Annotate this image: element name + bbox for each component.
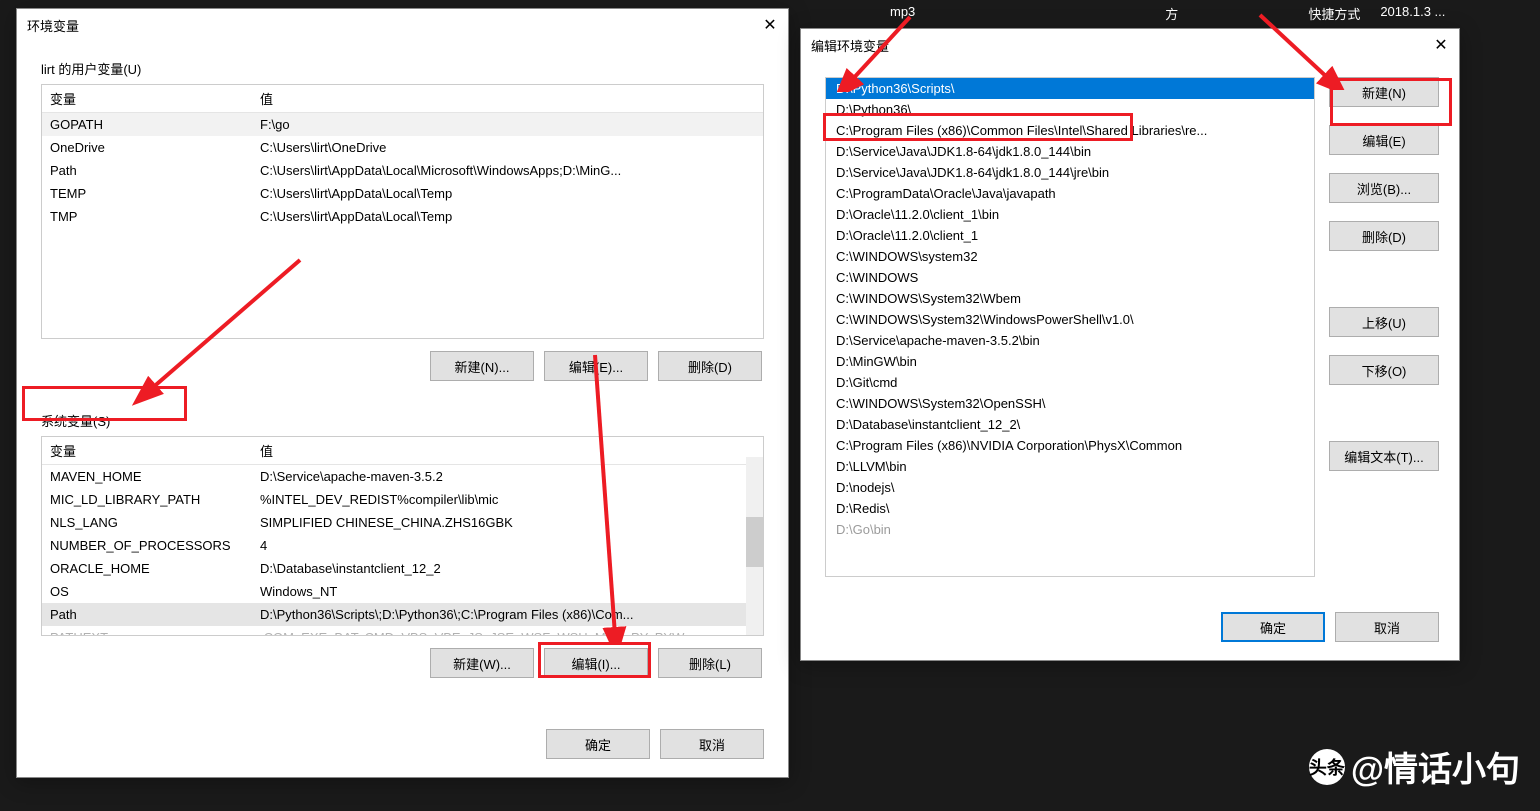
list-item[interactable]: D:\Service\Java\JDK1.8-64\jdk1.8.0_144\j…: [826, 162, 1314, 183]
path-listbox[interactable]: D:\Python36\Scripts\ D:\Python36\ C:\Pro…: [825, 77, 1315, 577]
list-item[interactable]: D:\Service\Java\JDK1.8-64\jdk1.8.0_144\b…: [826, 141, 1314, 162]
ok-button[interactable]: 确定: [546, 729, 650, 759]
table-row[interactable]: PathD:\Python36\Scripts\;D:\Python36\;C:…: [42, 603, 763, 626]
dialog-title: 编辑环境变量: [811, 36, 889, 55]
user-vars-table[interactable]: 变量 值 GOPATHF:\go OneDriveC:\Users\lirt\O…: [41, 84, 764, 339]
list-item[interactable]: D:\nodejs\: [826, 477, 1314, 498]
col-header-val[interactable]: 值: [252, 437, 763, 465]
edit-path-button[interactable]: 编辑(E): [1329, 125, 1439, 155]
desktop-icon[interactable]: 方: [1155, 0, 1188, 27]
list-item[interactable]: C:\WINDOWS\System32\OpenSSH\: [826, 393, 1314, 414]
list-item[interactable]: C:\WINDOWS: [826, 267, 1314, 288]
watermark: 头条 @情话小句: [1309, 742, 1520, 791]
list-item[interactable]: D:\Python36\: [826, 99, 1314, 120]
list-item[interactable]: C:\Program Files (x86)\NVIDIA Corporatio…: [826, 435, 1314, 456]
list-item[interactable]: C:\ProgramData\Oracle\Java\javapath: [826, 183, 1314, 204]
edit-user-var-button[interactable]: 编辑(E)...: [544, 351, 648, 381]
dialog-title: 环境变量: [27, 16, 79, 35]
table-row[interactable]: MAVEN_HOMED:\Service\apache-maven-3.5.2: [42, 465, 763, 489]
table-row[interactable]: GOPATHF:\go: [42, 113, 763, 137]
desktop-icon[interactable]: mp3: [880, 0, 925, 27]
close-icon[interactable]: ✕: [1429, 33, 1453, 57]
list-item[interactable]: D:\Oracle\11.2.0\client_1\bin: [826, 204, 1314, 225]
close-icon[interactable]: ✕: [758, 13, 782, 37]
list-item[interactable]: D:\Oracle\11.2.0\client_1: [826, 225, 1314, 246]
new-sys-var-button[interactable]: 新建(W)...: [430, 648, 534, 678]
watermark-logo: 头条: [1309, 749, 1345, 785]
table-row[interactable]: PATHEXT.COM;.EXE;.BAT;.CMD;.VBS;.VBE;.JS…: [42, 626, 763, 636]
browse-path-button[interactable]: 浏览(B)...: [1329, 173, 1439, 203]
delete-path-button[interactable]: 删除(D): [1329, 221, 1439, 251]
env-vars-dialog: 环境变量 ✕ lirt 的用户变量(U) 变量 值 GOPATHF:\go On…: [16, 8, 789, 778]
move-down-button[interactable]: 下移(O): [1329, 355, 1439, 385]
system-vars-label: 系统变量(S): [41, 411, 764, 430]
table-row[interactable]: MIC_LD_LIBRARY_PATH%INTEL_DEV_REDIST%com…: [42, 488, 763, 511]
table-row[interactable]: ORACLE_HOMED:\Database\instantclient_12_…: [42, 557, 763, 580]
watermark-text: @情话小句: [1351, 742, 1520, 791]
edit-env-var-dialog: 编辑环境变量 ✕ D:\Python36\Scripts\ D:\Python3…: [800, 28, 1460, 661]
scrollbar[interactable]: [746, 457, 763, 635]
desktop-icon[interactable]: 快捷方式: [1298, 0, 1370, 27]
move-up-button[interactable]: 上移(U): [1329, 307, 1439, 337]
col-header-val[interactable]: 值: [252, 85, 763, 113]
user-vars-label: lirt 的用户变量(U): [41, 59, 764, 78]
list-item[interactable]: D:\Service\apache-maven-3.5.2\bin: [826, 330, 1314, 351]
list-item[interactable]: D:\Python36\Scripts\: [826, 78, 1314, 99]
table-row[interactable]: TMPC:\Users\lirt\AppData\Local\Temp: [42, 205, 763, 228]
delete-user-var-button[interactable]: 删除(D): [658, 351, 762, 381]
list-item[interactable]: C:\WINDOWS\system32: [826, 246, 1314, 267]
list-item[interactable]: D:\Redis\: [826, 498, 1314, 519]
edit-text-button[interactable]: 编辑文本(T)...: [1329, 441, 1439, 471]
list-item[interactable]: D:\LLVM\bin: [826, 456, 1314, 477]
ok-button[interactable]: 确定: [1221, 612, 1325, 642]
cancel-button[interactable]: 取消: [660, 729, 764, 759]
table-row[interactable]: OSWindows_NT: [42, 580, 763, 603]
dialog-titlebar[interactable]: 编辑环境变量 ✕: [801, 29, 1459, 61]
new-user-var-button[interactable]: 新建(N)...: [430, 351, 534, 381]
list-item[interactable]: C:\WINDOWS\System32\Wbem: [826, 288, 1314, 309]
table-row[interactable]: PathC:\Users\lirt\AppData\Local\Microsof…: [42, 159, 763, 182]
edit-sys-var-button[interactable]: 编辑(I)...: [544, 648, 648, 678]
new-path-button[interactable]: 新建(N): [1329, 77, 1439, 107]
dialog-titlebar[interactable]: 环境变量 ✕: [17, 9, 788, 41]
list-item[interactable]: C:\WINDOWS\System32\WindowsPowerShell\v1…: [826, 309, 1314, 330]
list-item[interactable]: D:\Database\instantclient_12_2\: [826, 414, 1314, 435]
list-item[interactable]: C:\Program Files (x86)\Common Files\Inte…: [826, 120, 1314, 141]
system-vars-table[interactable]: 变量 值 MAVEN_HOMED:\Service\apache-maven-3…: [41, 436, 764, 636]
list-item[interactable]: D:\Git\cmd: [826, 372, 1314, 393]
cancel-button[interactable]: 取消: [1335, 612, 1439, 642]
table-row[interactable]: NLS_LANGSIMPLIFIED CHINESE_CHINA.ZHS16GB…: [42, 511, 763, 534]
list-item[interactable]: D:\Go\bin: [826, 519, 1314, 540]
table-row[interactable]: OneDriveC:\Users\lirt\OneDrive: [42, 136, 763, 159]
table-row[interactable]: NUMBER_OF_PROCESSORS4: [42, 534, 763, 557]
list-item[interactable]: D:\MinGW\bin: [826, 351, 1314, 372]
table-row[interactable]: TEMPC:\Users\lirt\AppData\Local\Temp: [42, 182, 763, 205]
desktop-icon[interactable]: 2018.1.3 ...: [1370, 0, 1455, 27]
delete-sys-var-button[interactable]: 删除(L): [658, 648, 762, 678]
col-header-var[interactable]: 变量: [42, 437, 252, 465]
col-header-var[interactable]: 变量: [42, 85, 252, 113]
